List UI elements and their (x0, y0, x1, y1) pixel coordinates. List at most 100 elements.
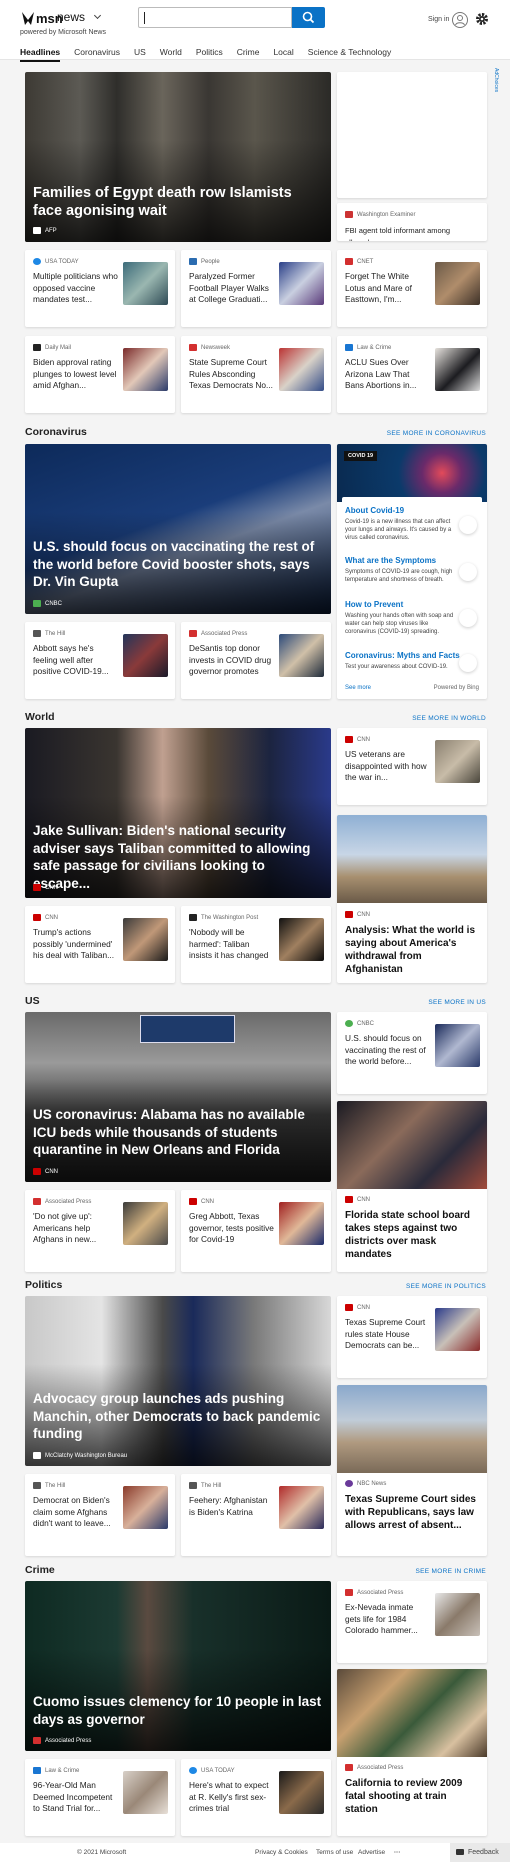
story-card[interactable]: Associated Press DeSantis top donor inve… (181, 622, 331, 699)
story-title[interactable]: Democrat on Biden's claim some Afghans d… (33, 1495, 118, 1530)
tab-headlines[interactable]: Headlines (20, 47, 61, 62)
top-hero-story[interactable]: Families of Egypt death row Islamists fa… (25, 72, 331, 242)
story-title[interactable]: Feehery: Afghanistan is Biden's Katrina (189, 1495, 274, 1518)
tab-world[interactable]: World (160, 47, 182, 62)
story-card[interactable]: Daily Mail Biden approval rating plunges… (25, 336, 175, 413)
see-more-coronavirus-link[interactable]: SEE MORE IN CORONAVIRUS (387, 430, 486, 437)
news-label[interactable]: news (57, 10, 85, 24)
story-title[interactable]: California to review 2009 fatal shooting… (345, 1777, 479, 1816)
more-links-button[interactable]: ··· (394, 1849, 401, 1856)
story-title[interactable]: Biden approval rating plunges to lowest … (33, 357, 118, 392)
story-title[interactable]: Texas Supreme Court sides with Republica… (345, 1493, 479, 1532)
search-button[interactable] (292, 7, 325, 28)
story-card[interactable]: NBC News Texas Supreme Court sides with … (337, 1385, 487, 1556)
feedback-button[interactable]: Feedback (450, 1843, 510, 1862)
see-more-crime-link[interactable]: SEE MORE IN CRIME (416, 1568, 486, 1575)
story-title[interactable]: 96-Year-Old Man Deemed Incompetent to St… (33, 1780, 118, 1815)
story-card[interactable]: CNN Texas Supreme Court rules state Hous… (337, 1296, 487, 1378)
covid-item-title[interactable]: About Covid-19 (345, 506, 404, 515)
story-card[interactable]: The Hill Abbott says he's feeling well a… (25, 622, 175, 699)
story-card[interactable]: Washington Examiner FBI agent told infor… (337, 203, 487, 241)
world-hero-story[interactable]: Jake Sullivan: Biden's national security… (25, 728, 331, 898)
tab-science-technology[interactable]: Science & Technology (308, 47, 391, 62)
tab-us[interactable]: US (134, 47, 146, 62)
hero-title[interactable]: US coronavirus: Alabama has no available… (33, 1106, 323, 1159)
story-card[interactable]: CNN Analysis: What the world is saying a… (337, 815, 487, 983)
see-more-politics-link[interactable]: SEE MORE IN POLITICS (406, 1283, 486, 1290)
story-title[interactable]: Trump's actions possibly 'undermined' hi… (33, 927, 118, 962)
covid-item-title[interactable]: Coronavirus: Myths and Facts (345, 651, 460, 660)
advertise-link[interactable]: Advertise (358, 1849, 385, 1856)
hero-title[interactable]: Cuomo issues clemency for 10 people in l… (33, 1693, 323, 1728)
gear-icon[interactable] (475, 12, 489, 26)
story-title[interactable]: Paralyzed Former Football Player Walks a… (189, 271, 274, 306)
story-title[interactable]: Abbott says he's feeling well after posi… (33, 643, 118, 678)
terms-link[interactable]: Terms of use (316, 1849, 353, 1856)
story-title[interactable]: US veterans are disappointed with how th… (345, 749, 430, 784)
section-heading-crime[interactable]: Crime (25, 1564, 55, 1576)
us-hero-story[interactable]: US coronavirus: Alabama has no available… (25, 1012, 331, 1182)
section-heading-us[interactable]: US (25, 995, 40, 1007)
hero-title[interactable]: Jake Sullivan: Biden's national security… (33, 822, 323, 892)
covid-see-more-link[interactable]: See more (345, 685, 371, 691)
story-title[interactable]: 'Do not give up': Americans help Afghans… (33, 1211, 118, 1246)
tab-crime[interactable]: Crime (237, 47, 260, 62)
covid-item-title[interactable]: What are the Symptoms (345, 556, 436, 565)
story-card[interactable]: USA TODAY Here's what to expect at R. Ke… (181, 1759, 331, 1836)
hero-title[interactable]: Advocacy group launches ads pushing Manc… (33, 1390, 323, 1443)
hero-source: CNN (33, 884, 58, 891)
section-heading-politics[interactable]: Politics (25, 1279, 62, 1291)
tab-coronavirus[interactable]: Coronavirus (74, 47, 120, 62)
story-card[interactable]: Newsweek State Supreme Court Rules Absco… (181, 336, 331, 413)
story-card[interactable]: CNN Greg Abbott, Texas governor, tests p… (181, 1190, 331, 1272)
coronavirus-hero-story[interactable]: U.S. should focus on vaccinating the res… (25, 444, 331, 614)
story-card[interactable]: CNN US veterans are disappointed with ho… (337, 728, 487, 805)
story-card[interactable]: Law & Crime ACLU Sues Over Arizona Law T… (337, 336, 487, 413)
story-title[interactable]: Ex-Nevada inmate gets life for 1984 Colo… (345, 1602, 430, 1637)
story-card[interactable]: CNN Florida state school board takes ste… (337, 1101, 487, 1272)
hero-title[interactable]: Families of Egypt death row Islamists fa… (33, 184, 323, 220)
see-more-us-link[interactable]: SEE MORE IN US (428, 999, 486, 1006)
chevron-down-icon[interactable] (93, 11, 102, 20)
section-heading-coronavirus[interactable]: Coronavirus (25, 426, 87, 438)
ad-choices-link[interactable]: AdChoices (489, 68, 499, 108)
sign-in-link[interactable]: Sign in (428, 16, 449, 23)
tab-local[interactable]: Local (273, 47, 293, 62)
story-card[interactable]: The Hill Feehery: Afghanistan is Biden's… (181, 1474, 331, 1556)
story-card[interactable]: Associated Press Ex-Nevada inmate gets l… (337, 1581, 487, 1663)
story-title[interactable]: Florida state school board takes steps a… (345, 1209, 479, 1261)
story-card[interactable]: Associated Press 'Do not give up': Ameri… (25, 1190, 175, 1272)
crime-hero-story[interactable]: Cuomo issues clemency for 10 people in l… (25, 1581, 331, 1751)
hero-title[interactable]: U.S. should focus on vaccinating the res… (33, 538, 323, 591)
story-title[interactable]: DeSantis top donor invests in COVID drug… (189, 643, 274, 678)
story-title[interactable]: U.S. should focus on vaccinating the res… (345, 1033, 430, 1068)
story-title[interactable]: Analysis: What the world is saying about… (345, 924, 479, 976)
story-title[interactable]: Here's what to expect at R. Kelly's firs… (189, 1780, 274, 1815)
story-title[interactable]: Forget The White Lotus and Mare of Eastt… (345, 271, 430, 306)
avatar-icon[interactable] (452, 12, 468, 28)
story-card[interactable]: USA TODAY Multiple politicians who oppos… (25, 250, 175, 327)
story-title[interactable]: 'Nobody will be harmed': Taliban insists… (189, 927, 274, 962)
see-more-world-link[interactable]: SEE MORE IN WORLD (412, 715, 486, 722)
story-title[interactable]: FBI agent told informant among alleged..… (345, 225, 480, 241)
section-heading-world[interactable]: World (25, 711, 55, 723)
privacy-link[interactable]: Privacy & Cookies (255, 1849, 308, 1856)
story-title[interactable]: Texas Supreme Court rules state House De… (345, 1317, 430, 1352)
story-card[interactable]: The Washington Post 'Nobody will be harm… (181, 906, 331, 983)
story-card[interactable]: Law & Crime 96-Year-Old Man Deemed Incom… (25, 1759, 175, 1836)
story-title[interactable]: ACLU Sues Over Arizona Law That Bans Abo… (345, 357, 430, 392)
politics-hero-story[interactable]: Advocacy group launches ads pushing Manc… (25, 1296, 331, 1466)
story-card[interactable]: CNET Forget The White Lotus and Mare of … (337, 250, 487, 327)
story-card[interactable]: CNBC U.S. should focus on vaccinating th… (337, 1012, 487, 1094)
tab-politics[interactable]: Politics (196, 47, 223, 62)
story-title[interactable]: Multiple politicians who opposed vaccine… (33, 271, 118, 306)
search-input[interactable] (138, 7, 292, 28)
story-card[interactable]: Associated Press California to review 20… (337, 1669, 487, 1836)
story-card[interactable]: People Paralyzed Former Football Player … (181, 250, 331, 327)
msn-logo[interactable]: msn news powered by Microsoft News (20, 8, 110, 38)
story-card[interactable]: The Hill Democrat on Biden's claim some … (25, 1474, 175, 1556)
story-card[interactable]: CNN Trump's actions possibly 'undermined… (25, 906, 175, 983)
covid-item-title[interactable]: How to Prevent (345, 600, 403, 609)
story-title[interactable]: Greg Abbott, Texas governor, tests posit… (189, 1211, 274, 1246)
story-title[interactable]: State Supreme Court Rules Absconding Tex… (189, 357, 274, 392)
